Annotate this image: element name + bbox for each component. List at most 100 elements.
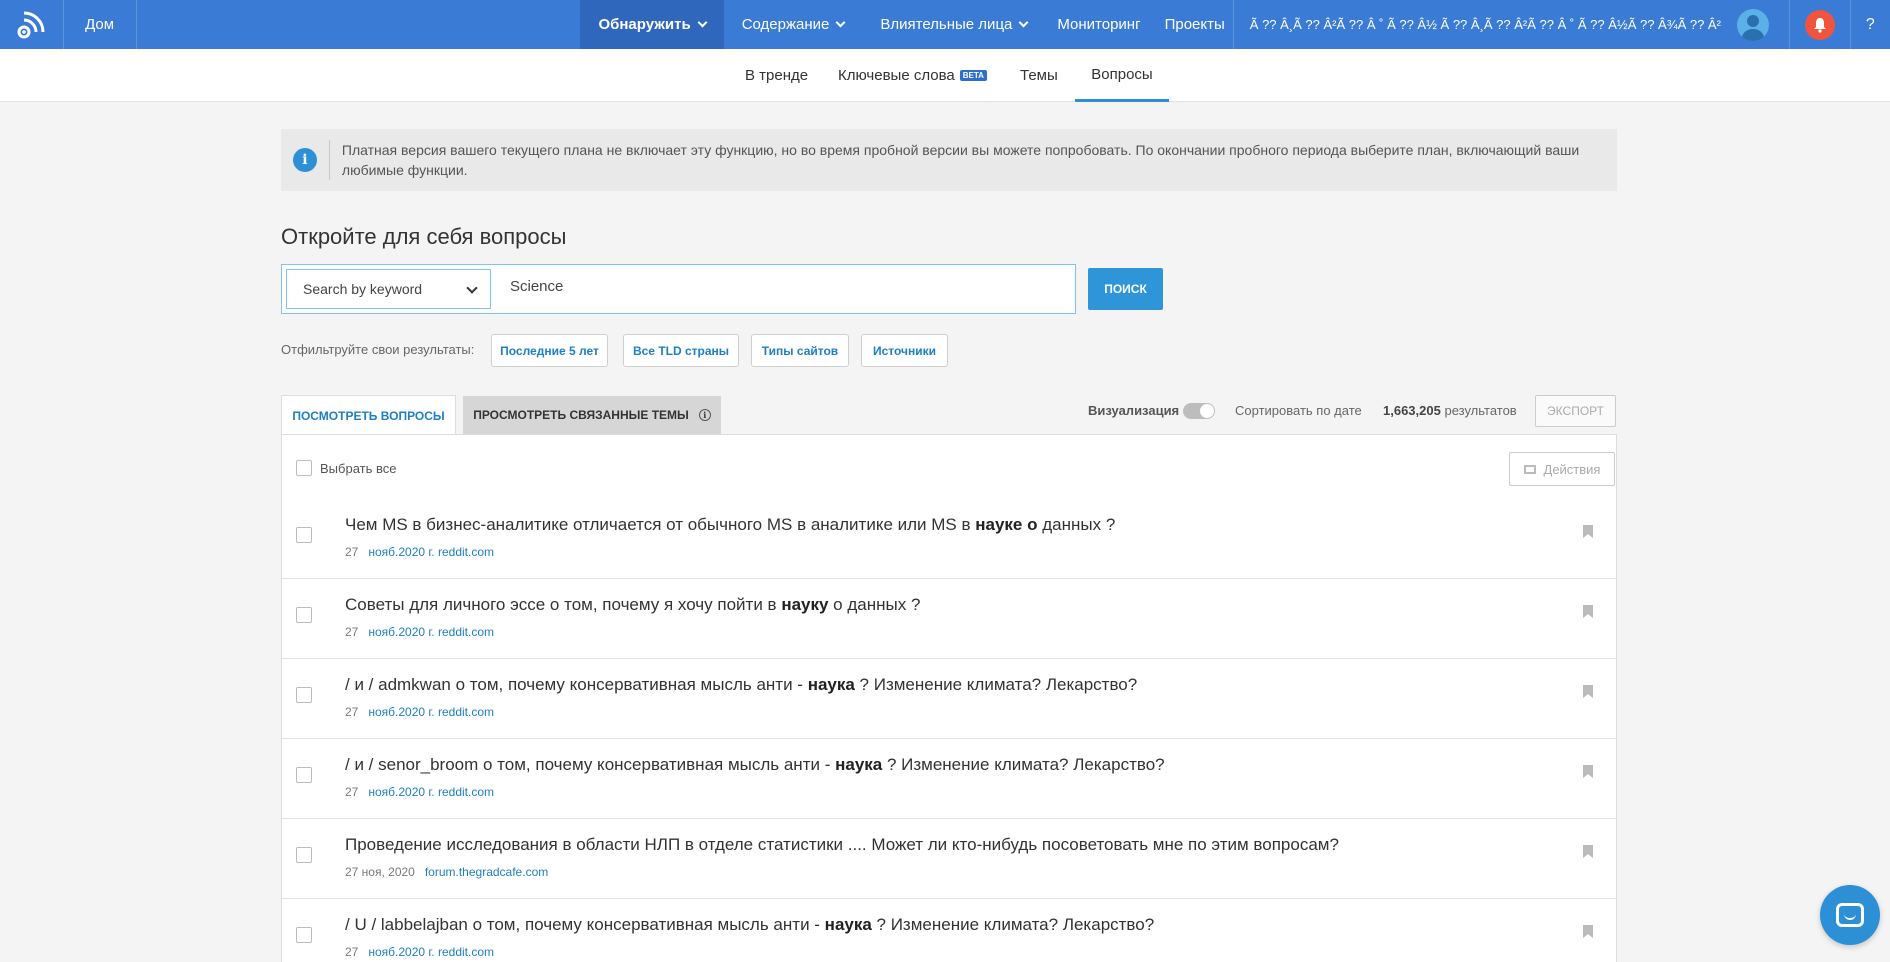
tab-trending[interactable]: В тренде bbox=[745, 49, 808, 102]
actions-label: Действия bbox=[1543, 461, 1601, 477]
filter-site-types[interactable]: Типы сайтов bbox=[751, 334, 849, 367]
results-count: 1,663,205 результатов bbox=[1383, 403, 1517, 418]
question-source[interactable]: нояб.2020 г. reddit.com bbox=[368, 785, 494, 799]
tab-view-related-topics[interactable]: ПРОСМОТРЕТЬ СВЯЗАННЫЕ ТЕМЫ i bbox=[463, 396, 721, 434]
question-text-part: ? Изменение климата? Лекарство? bbox=[854, 675, 1138, 694]
avatar-icon bbox=[1736, 8, 1769, 41]
nav-monitoring[interactable]: Мониторинг bbox=[1045, 0, 1152, 49]
question-text[interactable]: / и / admkwan о том, почему консервативн… bbox=[345, 675, 1137, 695]
notifications-button[interactable] bbox=[1790, 0, 1851, 49]
question-text[interactable]: Проведение исследования в области НЛП в … bbox=[345, 835, 1339, 855]
chat-button[interactable] bbox=[1820, 885, 1880, 945]
question-row[interactable]: Проведение исследования в области НЛП в … bbox=[282, 819, 1616, 899]
avatar-button[interactable] bbox=[1731, 0, 1790, 49]
question-row[interactable]: Чем MS в бизнес-аналитике отличается от … bbox=[282, 499, 1616, 579]
select-all-checkbox[interactable] bbox=[296, 460, 312, 476]
info-icon: i bbox=[293, 148, 317, 172]
nav-influencers-label: Влиятельные лица bbox=[880, 16, 1013, 33]
question-source[interactable]: нояб.2020 г. reddit.com bbox=[368, 625, 494, 639]
question-keyword: науке о bbox=[975, 515, 1038, 534]
nav-content[interactable]: Содержание bbox=[724, 0, 863, 49]
nav-home[interactable]: Дом bbox=[64, 0, 137, 49]
question-text-part: данных ? bbox=[1037, 515, 1116, 534]
bookmark-icon[interactable] bbox=[1583, 605, 1593, 618]
row-checkbox[interactable] bbox=[296, 607, 312, 623]
info-icon[interactable]: i bbox=[698, 409, 711, 421]
question-text-part: ? Изменение климата? Лекарство? bbox=[882, 755, 1165, 774]
question-keyword: наука bbox=[824, 915, 872, 934]
row-checkbox[interactable] bbox=[296, 527, 312, 543]
nav-discover-label: Обнаружить bbox=[598, 16, 691, 33]
export-button[interactable]: ЭКСПОРТ bbox=[1535, 395, 1616, 427]
question-meta: 27 нояб.2020 г. reddit.com bbox=[345, 625, 494, 639]
account-name[interactable]: Ã ?? Â¸Ã ?? Â²Ã ?? Â ˚ Ã ?? Â½ Ã ?? Â¸Ã … bbox=[1232, 0, 1731, 49]
question-row[interactable]: Советы для личного эссе о том, почему я … bbox=[282, 579, 1616, 659]
tab-keywords-label: Ключевые слова bbox=[838, 67, 955, 84]
question-text-part: / и / senor_broom о том, почему консерва… bbox=[345, 755, 836, 774]
question-meta: 27 нояб.2020 г. reddit.com bbox=[345, 785, 494, 799]
question-date: 27 bbox=[345, 705, 359, 719]
help-button[interactable]: ? bbox=[1851, 0, 1890, 49]
actions-icon bbox=[1523, 464, 1536, 474]
question-text[interactable]: Чем MS в бизнес-аналитике отличается от … bbox=[345, 515, 1115, 535]
bell-icon bbox=[1804, 9, 1835, 40]
question-row[interactable]: / U / labbelajban о том, почему консерва… bbox=[282, 899, 1616, 962]
question-text-part: ? Изменение климата? Лекарство? bbox=[871, 915, 1155, 934]
question-keyword: наука bbox=[807, 675, 855, 694]
visualization-toggle[interactable] bbox=[1183, 403, 1215, 419]
search-mode-select[interactable]: Search by keyword bbox=[286, 269, 491, 309]
results-count-label: результатов bbox=[1444, 403, 1517, 418]
question-text-part: Проведение исследования в области НЛП в … bbox=[345, 835, 1339, 854]
question-source[interactable]: нояб.2020 г. reddit.com bbox=[368, 945, 494, 959]
row-checkbox[interactable] bbox=[296, 767, 312, 783]
bookmark-icon[interactable] bbox=[1583, 845, 1593, 858]
question-source[interactable]: forum.thegradcafe.com bbox=[425, 865, 548, 879]
row-checkbox[interactable] bbox=[296, 847, 312, 863]
row-checkbox[interactable] bbox=[296, 687, 312, 703]
tab-topics[interactable]: Темы bbox=[1020, 49, 1058, 102]
question-text-part: Советы для личного эссе о том, почему я … bbox=[345, 595, 782, 614]
results-count-number: 1,663,205 bbox=[1383, 403, 1441, 418]
question-date: 27 bbox=[345, 625, 359, 639]
sub-nav: В тренде Ключевые слова BETA Темы Вопросы bbox=[0, 49, 1890, 102]
question-row[interactable]: / и / senor_broom о том, почему консерва… bbox=[282, 739, 1616, 819]
chevron-down-icon bbox=[835, 17, 846, 28]
tab-keywords[interactable]: Ключевые слова BETA bbox=[838, 49, 987, 102]
row-checkbox[interactable] bbox=[296, 927, 312, 943]
bookmark-icon[interactable] bbox=[1583, 765, 1593, 778]
question-keyword: наука bbox=[835, 755, 883, 774]
bookmark-icon[interactable] bbox=[1583, 925, 1593, 938]
bookmark-icon[interactable] bbox=[1583, 525, 1593, 538]
rss-logo-icon[interactable] bbox=[0, 0, 64, 49]
nav-projects[interactable]: Проекты bbox=[1153, 0, 1229, 49]
sort-by-date[interactable]: Сортировать по дате bbox=[1235, 403, 1362, 418]
filter-tld-countries[interactable]: Все TLD страны bbox=[623, 334, 739, 367]
question-text[interactable]: / U / labbelajban о том, почему консерва… bbox=[345, 915, 1154, 935]
filter-last-5-years[interactable]: Последние 5 лет bbox=[491, 334, 608, 367]
question-date: 27 bbox=[345, 785, 359, 799]
question-source[interactable]: нояб.2020 г. reddit.com bbox=[368, 545, 494, 559]
tab-view-questions[interactable]: ПОСМОТРЕТЬ ВОПРОСЫ bbox=[281, 395, 456, 436]
question-text-part: о данных ? bbox=[828, 595, 921, 614]
question-source[interactable]: нояб.2020 г. reddit.com bbox=[368, 705, 494, 719]
question-date: 27 bbox=[345, 945, 359, 959]
search-button[interactable]: ПОИСК bbox=[1088, 268, 1163, 310]
nav-discover[interactable]: Обнаружить bbox=[580, 0, 724, 49]
nav-influencers[interactable]: Влиятельные лица bbox=[862, 0, 1045, 49]
tab-questions[interactable]: Вопросы bbox=[1075, 49, 1169, 102]
search-input[interactable]: Science bbox=[510, 278, 563, 295]
question-text[interactable]: / и / senor_broom о том, почему консерва… bbox=[345, 755, 1165, 775]
search-box: Search by keyword Science bbox=[281, 264, 1076, 314]
filter-sources[interactable]: Источники bbox=[861, 334, 948, 367]
select-all[interactable]: Выбрать все bbox=[296, 460, 396, 476]
banner-divider bbox=[328, 140, 330, 180]
tab-related-label: ПРОСМОТРЕТЬ СВЯЗАННЫЕ ТЕМЫ bbox=[473, 408, 689, 422]
bookmark-icon[interactable] bbox=[1583, 685, 1593, 698]
question-meta: 27 нояб.2020 г. reddit.com bbox=[345, 545, 494, 559]
actions-button[interactable]: Действия bbox=[1509, 452, 1615, 486]
beta-badge: BETA bbox=[959, 70, 987, 81]
question-text[interactable]: Советы для личного эссе о том, почему я … bbox=[345, 595, 920, 615]
question-meta: 27 нояб.2020 г. reddit.com bbox=[345, 705, 494, 719]
question-row[interactable]: / и / admkwan о том, почему консервативн… bbox=[282, 659, 1616, 739]
question-text-part: / и / admkwan о том, почему консервативн… bbox=[345, 675, 808, 694]
